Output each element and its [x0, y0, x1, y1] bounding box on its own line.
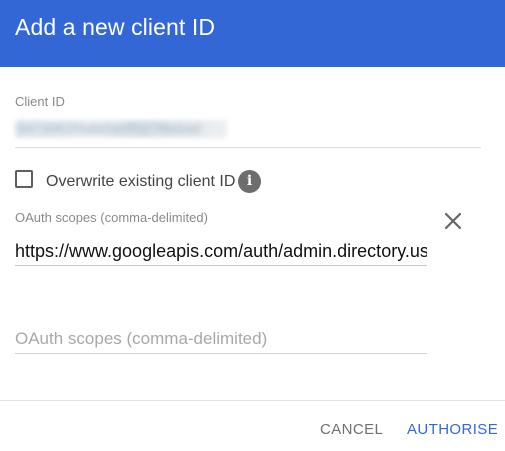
close-icon[interactable]	[442, 210, 464, 232]
client-id-value: 6473982f0afe0a0ff527f8ebad	[18, 121, 201, 136]
client-id-underline	[15, 147, 481, 148]
add-client-id-dialog: Add a new client ID Client ID 6473982f0a…	[0, 0, 505, 451]
overwrite-checkbox-label[interactable]: Overwrite existing client ID	[46, 172, 235, 192]
oauth-scopes-input[interactable]	[15, 238, 427, 264]
new-oauth-scopes-underline	[15, 353, 427, 354]
authorise-button[interactable]: AUTHORISE	[407, 420, 498, 440]
dialog-title: Add a new client ID	[15, 14, 216, 40]
cancel-button[interactable]: CANCEL	[320, 420, 383, 440]
new-oauth-scopes-input[interactable]	[15, 326, 427, 352]
dialog-header: Add a new client ID	[0, 0, 505, 67]
client-id-label: Client ID	[15, 94, 65, 109]
overwrite-checkbox[interactable]	[15, 170, 33, 188]
oauth-scopes-label: OAuth scopes (comma-delimited)	[15, 210, 208, 225]
info-icon[interactable]: i	[238, 170, 261, 193]
oauth-scopes-underline	[15, 265, 427, 266]
footer-divider	[0, 400, 505, 401]
